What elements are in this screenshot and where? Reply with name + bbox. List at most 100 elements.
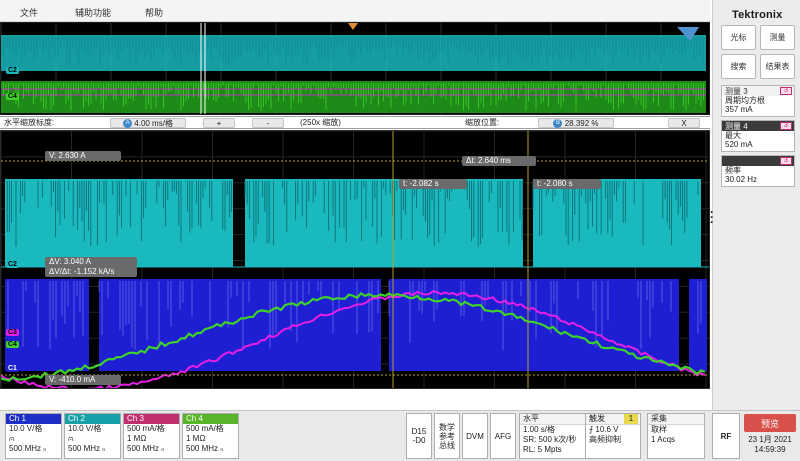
acquisition-title: 采集 (648, 414, 704, 425)
zoom-out-button[interactable]: - (252, 118, 284, 128)
measurement-title: 测量 3 (725, 86, 748, 96)
ch2-label[interactable]: C2 (6, 261, 19, 268)
horizontal-title: 水平 (520, 414, 588, 425)
ch1-scale: 10.0 V/格 (9, 424, 43, 433)
afg-button[interactable]: AFG (490, 413, 516, 459)
more-options-icon[interactable]: · · · (710, 206, 714, 228)
trigger-level: ⨍ 10.6 V (589, 425, 619, 434)
overview-waveform[interactable]: C2 C4 (0, 22, 710, 115)
zoom-scale-value: 4.00 ms/格 (134, 119, 173, 128)
search-button[interactable]: 搜索 (721, 54, 756, 79)
ch1-title: Ch 1 (6, 414, 61, 424)
overview-trace-svg (1, 23, 706, 114)
ch2-coupling: ⩀ (68, 434, 74, 443)
ch2-settings-badge[interactable]: Ch 2 10.0 V/格 ⩀ 500 MHz ₙ (64, 413, 121, 459)
measurement-title: 测量 4 (725, 121, 748, 131)
cursor-slope-readout[interactable]: ΔV/Δt: -1.152 kA/s (45, 267, 137, 277)
ch4-label[interactable]: C4 (6, 341, 19, 348)
ch2-bandwidth: 500 MHz ₙ (68, 444, 106, 453)
measurement-value: 520 mA (725, 140, 753, 149)
zoom-factor: (250x 缩放) (300, 118, 341, 127)
ch1-label[interactable]: C1 (6, 365, 19, 372)
date: 23 1月 2021 (748, 435, 792, 444)
rf-button[interactable]: RF (712, 413, 740, 459)
right-panel: Tektronix 光标 测量 搜索 结果表 测量 3 3 周期均方根 357 m… (712, 0, 800, 410)
overview-ch2-label: C2 (6, 67, 19, 74)
measurement-source-badge: 3 (780, 87, 792, 95)
ch1-trace-band (5, 279, 89, 371)
digital-channels-button[interactable]: D15 -D0 (406, 413, 432, 459)
brand-logo: Tektronix (732, 9, 783, 21)
date-time: 23 1月 2021 14:59:39 (744, 435, 796, 455)
ch1-coupling: ⩀ (9, 434, 15, 443)
ch1-settings-badge[interactable]: Ch 1 10.0 V/格 ⩀ 500 MHz ₙ (5, 413, 62, 459)
menu-utility[interactable]: 辅助功能 (75, 6, 111, 19)
ch3-settings-badge[interactable]: Ch 3 500 mA/格 1 MΩ 500 MHz ₙ (123, 413, 180, 459)
horizontal-scale: 1.00 s/格 (523, 425, 556, 434)
ch2-title: Ch 2 (65, 414, 120, 424)
sample-rate: SR: 500 k次/秒 (523, 435, 577, 444)
acquisition-count: 1 Acqs (651, 435, 676, 444)
acquisition-mode: 取样 (651, 425, 667, 434)
overview-ch4-label: C4 (6, 93, 19, 100)
zoom-scale-label: 水平缩放标度: (4, 118, 55, 127)
zoom-in-button[interactable]: + (203, 118, 235, 128)
cursor-delta-v-readout[interactable]: ΔV: 3.040 A (45, 257, 137, 267)
zoom-scale-control[interactable]: A 4.00 ms/格 (110, 118, 186, 129)
measurement-type: 周期均方根 (725, 96, 765, 105)
trigger-title: 触发 (589, 414, 605, 423)
cursor-t2-readout[interactable]: t: -2.080 s (533, 179, 601, 189)
record-length: RL: 5 Mpts (523, 445, 562, 454)
zoom-close-button[interactable]: X (668, 118, 700, 128)
ch4-impedance: 1 MΩ (186, 434, 206, 443)
menu-bar: 文件 辅助功能 帮助 (0, 0, 710, 22)
measurement-value: 30.02 Hz (725, 175, 758, 184)
ch4-bandwidth: 500 MHz ₙ (186, 444, 224, 453)
knob-b-icon: B (553, 119, 563, 129)
overview-ch2-trace (1, 35, 706, 71)
knob-a-icon: A (123, 119, 133, 129)
trigger-coupling: 高频抑制 (589, 435, 621, 444)
acquisition-settings-badge[interactable]: 采集 取样 1 Acqs (647, 413, 705, 459)
ch1-bandwidth: 500 MHz ₙ (9, 444, 47, 453)
waveform-display[interactable]: V: 2.630 A Δt: 2.640 ms t: -2.082 s t: -… (0, 130, 710, 389)
ch2-scale: 10.0 V/格 (68, 424, 102, 433)
measurement-4-badge[interactable]: 测量 4 3 最大 520 mA (721, 120, 795, 152)
zoom-bar: 水平缩放标度: A 4.00 ms/格 + - (250x 缩放) 缩放位置: … (0, 116, 710, 129)
dvm-button[interactable]: DVM (462, 413, 488, 459)
measure-button[interactable]: 测量 (760, 25, 795, 50)
measurement-type: 频率 (725, 166, 741, 175)
cursor-delta-t-readout[interactable]: Δt: 2.640 ms (462, 156, 536, 166)
time: 14:59:39 (754, 445, 786, 454)
ch4-settings-badge[interactable]: Ch 4 500 mA/格 1 MΩ 500 MHz ₙ (182, 413, 239, 459)
measurement-value: 357 mA (725, 105, 753, 114)
trigger-source-badge: 1 (624, 414, 638, 424)
ch4-scale: 500 mA/格 (186, 424, 224, 433)
math-ref-bus-button[interactable]: 数学 参考 总线 (434, 413, 460, 459)
preview-button[interactable]: 预览 (744, 414, 796, 432)
bottom-bar: Ch 1 10.0 V/格 ⩀ 500 MHz ₙ Ch 2 10.0 V/格 … (0, 410, 800, 461)
ch3-impedance: 1 MΩ (127, 434, 147, 443)
measurement-type: 最大 (725, 131, 741, 140)
zoom-position-control[interactable]: B 28.392 % (538, 118, 614, 129)
ch4-title: Ch 4 (183, 414, 238, 424)
ch3-bandwidth: 500 MHz ₙ (127, 444, 165, 453)
cursor-t1-readout[interactable]: t: -2.082 s (399, 179, 467, 189)
measurement-source-badge: 3 (780, 157, 792, 165)
trigger-settings-badge[interactable]: 触发 1 ⨍ 10.6 V 高频抑制 (585, 413, 641, 459)
zoom-position-value: 28.392 % (564, 119, 599, 128)
cursor-a-readout[interactable]: V: 2.630 A (45, 151, 121, 161)
results-table-button[interactable]: 结果表 (760, 54, 795, 79)
measurement-3-badge[interactable]: 测量 3 3 周期均方根 357 mA (721, 85, 795, 117)
measurement-source-badge: 3 (780, 122, 792, 130)
measurement-frequency-badge[interactable]: 3 频率 30.02 Hz (721, 155, 795, 187)
cursor-button[interactable]: 光标 (721, 25, 756, 50)
menu-help[interactable]: 帮助 (145, 6, 163, 19)
menu-file[interactable]: 文件 (20, 6, 38, 19)
cursor-b-readout[interactable]: V: -410.0 mA (45, 375, 121, 385)
ch3-label[interactable]: C3 (6, 329, 19, 336)
ch3-title: Ch 3 (124, 414, 179, 424)
ch3-scale: 500 mA/格 (127, 424, 165, 433)
zoom-position-label: 缩放位置: (465, 118, 500, 127)
horizontal-settings-badge[interactable]: 水平 1.00 s/格 SR: 500 k次/秒 RL: 5 Mpts (519, 413, 589, 459)
